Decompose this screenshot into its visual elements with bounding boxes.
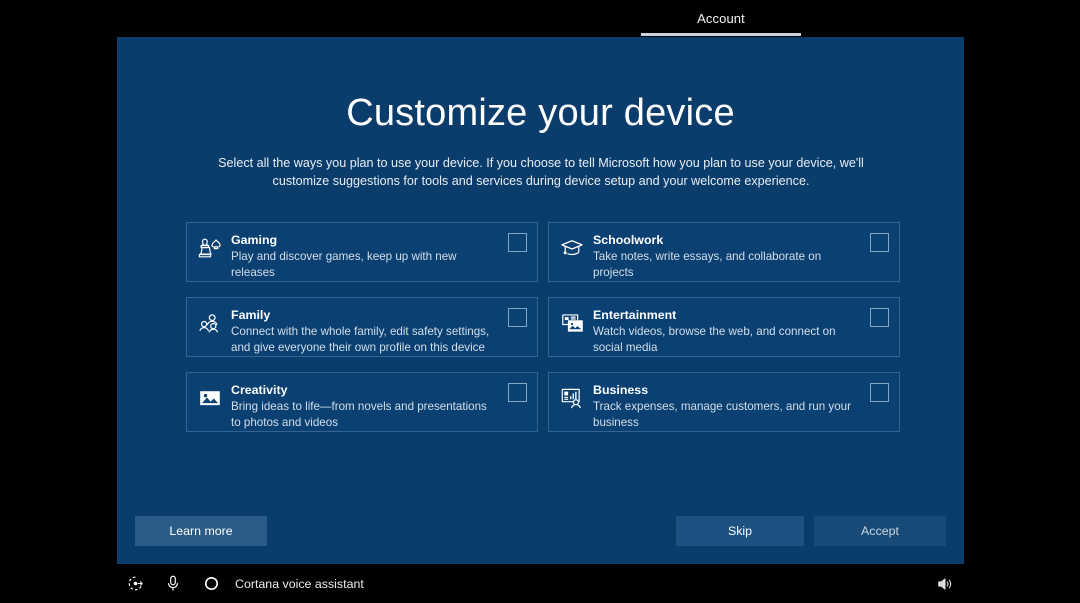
option-title: Creativity (231, 383, 493, 398)
option-title: Family (231, 308, 493, 323)
option-description: Connect with the whole family, edit safe… (231, 324, 493, 355)
people-icon (197, 310, 223, 336)
option-card-entertainment[interactable]: EntertainmentWatch videos, browse the we… (548, 297, 900, 357)
option-title: Business (593, 383, 855, 398)
skip-button[interactable]: Skip (676, 516, 804, 546)
microphone-icon[interactable] (162, 573, 184, 595)
business-report-icon (559, 385, 585, 411)
option-checkbox[interactable] (508, 233, 527, 252)
option-checkbox[interactable] (508, 383, 527, 402)
oobe-screen: Account Customize your device Select all… (0, 0, 1080, 603)
option-checkbox[interactable] (508, 308, 527, 327)
speaker-icon[interactable] (934, 573, 956, 595)
option-text: SchoolworkTake notes, write essays, and … (593, 233, 889, 280)
gaming-icon (197, 235, 223, 261)
graduation-cap-icon (559, 235, 585, 261)
option-description: Track expenses, manage customers, and ru… (593, 399, 855, 430)
tab-account[interactable]: Account (641, 0, 801, 37)
option-text: EntertainmentWatch videos, browse the we… (593, 308, 889, 355)
page-title: Customize your device (117, 92, 964, 135)
page-subtitle: Select all the ways you plan to use your… (196, 154, 886, 190)
tab-active-underline (641, 33, 801, 36)
option-card-business[interactable]: BusinessTrack expenses, manage customers… (548, 372, 900, 432)
option-card-family[interactable]: FamilyConnect with the whole family, edi… (186, 297, 538, 357)
ease-of-access-icon[interactable] (124, 573, 146, 595)
option-title: Schoolwork (593, 233, 855, 248)
picture-icon (197, 385, 223, 411)
option-text: GamingPlay and discover games, keep up w… (231, 233, 527, 280)
tab-account-label: Account (697, 11, 745, 26)
option-description: Take notes, write essays, and collaborat… (593, 249, 855, 280)
option-text: BusinessTrack expenses, manage customers… (593, 383, 889, 430)
tab-strip: Account (0, 0, 1080, 37)
option-card-gaming[interactable]: GamingPlay and discover games, keep up w… (186, 222, 538, 282)
accept-button[interactable]: Accept (814, 516, 946, 546)
option-title: Gaming (231, 233, 493, 248)
learn-more-button[interactable]: Learn more (135, 516, 267, 546)
option-title: Entertainment (593, 308, 855, 323)
option-checkbox[interactable] (870, 233, 889, 252)
media-icon (559, 310, 585, 336)
option-text: CreativityBring ideas to life—from novel… (231, 383, 527, 430)
options-grid: GamingPlay and discover games, keep up w… (186, 222, 900, 432)
option-text: FamilyConnect with the whole family, edi… (231, 308, 527, 355)
option-card-schoolwork[interactable]: SchoolworkTake notes, write essays, and … (548, 222, 900, 282)
option-checkbox[interactable] (870, 308, 889, 327)
system-bar: Cortana voice assistant (0, 564, 1080, 603)
setup-panel: Customize your device Select all the way… (117, 37, 964, 564)
option-checkbox[interactable] (870, 383, 889, 402)
cortana-label: Cortana voice assistant (235, 577, 364, 591)
option-description: Play and discover games, keep up with ne… (231, 249, 493, 280)
option-description: Watch videos, browse the web, and connec… (593, 324, 855, 355)
cortana-circle-icon[interactable] (200, 573, 222, 595)
option-description: Bring ideas to life—from novels and pres… (231, 399, 493, 430)
option-card-creativity[interactable]: CreativityBring ideas to life—from novel… (186, 372, 538, 432)
